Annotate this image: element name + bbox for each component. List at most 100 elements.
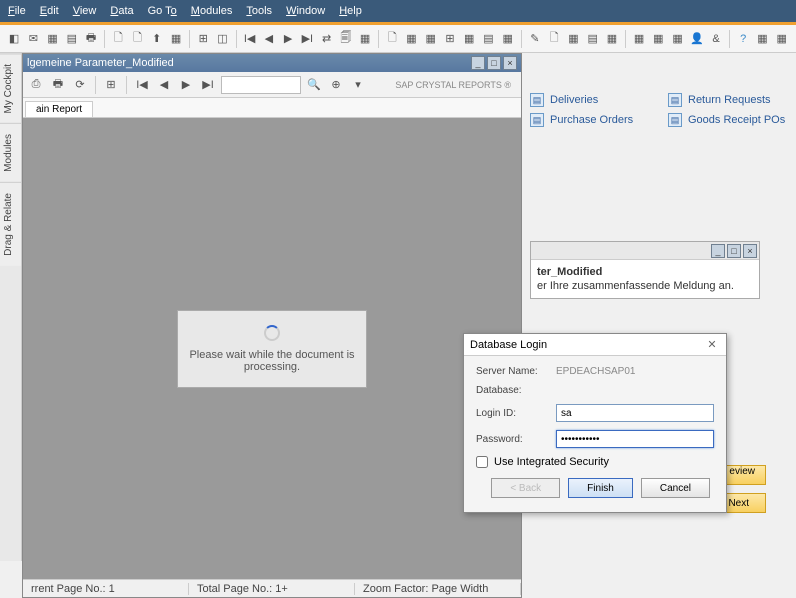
toolbar-icon[interactable]: ⊞ xyxy=(442,30,458,48)
menu-edit[interactable]: Edit xyxy=(40,5,59,17)
menu-modules[interactable]: Modules xyxy=(191,5,233,17)
integrated-security-label: Use Integrated Security xyxy=(494,456,609,468)
toolbar-icon[interactable]: ▦ xyxy=(669,30,685,48)
right-pane: ▤Deliveries ▤Return Requests ▤Purchase O… xyxy=(530,93,786,127)
refresh-icon[interactable]: ⟳ xyxy=(71,76,89,94)
toolbar-icon[interactable]: 🗋 xyxy=(384,30,400,48)
link-deliveries[interactable]: ▤Deliveries xyxy=(530,93,648,107)
toolbar-icon[interactable]: ⇄ xyxy=(318,30,334,48)
processing-dialog: Please wait while the document is proces… xyxy=(177,310,367,388)
cancel-button[interactable]: Cancel xyxy=(641,478,710,498)
toolbar-icon[interactable]: ▦ xyxy=(631,30,647,48)
side-tab-drag[interactable]: Drag & Relate xyxy=(0,182,21,266)
menu-data[interactable]: Data xyxy=(110,5,133,17)
sub-window: _ □ × ter_Modified er Ihre zusammenfasse… xyxy=(530,241,760,299)
toolbar-icon[interactable]: & xyxy=(708,30,724,48)
nav-prev-icon[interactable]: ◀ xyxy=(261,30,277,48)
toolbar-icon[interactable]: ▦ xyxy=(168,30,184,48)
toolbar-icon[interactable]: ▦ xyxy=(423,30,439,48)
toolbar-icon[interactable]: 🗋 xyxy=(546,30,562,48)
toolbar-icon[interactable]: 🗋 xyxy=(110,30,126,48)
login-label: Login ID: xyxy=(476,408,556,419)
side-tab-modules[interactable]: Modules xyxy=(0,123,21,182)
link-goods-receipt[interactable]: ▤Goods Receipt POs xyxy=(668,113,786,127)
password-label: Password: xyxy=(476,434,556,445)
processing-text: Please wait while the document is proces… xyxy=(188,349,356,373)
nav-first-icon[interactable]: I◀ xyxy=(133,76,151,94)
report-toolbar: ⎙ 🖶 ⟳ ⊞ I◀ ◀ ▶ ▶I 🔍 ⊕ ▾ SAP CRYSTAL REPO… xyxy=(23,72,521,98)
doc-icon: ▤ xyxy=(668,113,682,127)
print-icon[interactable]: 🖶 xyxy=(49,76,67,94)
toolbar-icon[interactable]: ▦ xyxy=(565,30,581,48)
minimize-icon[interactable]: _ xyxy=(471,56,485,70)
toolbar-icon[interactable]: ▦ xyxy=(500,30,516,48)
toolbar-icon[interactable]: ▦ xyxy=(403,30,419,48)
toolbar-icon[interactable]: ⊞ xyxy=(195,30,211,48)
dialog-titlebar[interactable]: Database Login ✕ xyxy=(464,334,726,356)
maximize-icon[interactable]: □ xyxy=(487,56,501,70)
login-input[interactable] xyxy=(556,404,714,422)
toolbar-icon[interactable]: ▦ xyxy=(461,30,477,48)
toolbar-icon[interactable]: ▦ xyxy=(650,30,666,48)
tab-main-report[interactable]: ain Report xyxy=(25,101,93,117)
toolbar-icon[interactable]: ▤ xyxy=(64,30,80,48)
nav-next-icon[interactable]: ▶ xyxy=(177,76,195,94)
nav-next-icon[interactable]: ▶ xyxy=(280,30,296,48)
export-icon[interactable]: ⎙ xyxy=(27,76,45,94)
toolbar-icon[interactable]: ▦ xyxy=(45,30,61,48)
menu-view[interactable]: View xyxy=(73,5,97,17)
toolbar-icon[interactable]: ◧ xyxy=(6,30,22,48)
dropdown-icon[interactable]: ▾ xyxy=(349,76,367,94)
finish-button[interactable]: Finish xyxy=(568,478,633,498)
menu-window[interactable]: Window xyxy=(286,5,325,17)
toolbar-icon[interactable]: ⬆ xyxy=(149,30,165,48)
toolbar-icon[interactable]: 🗋 xyxy=(129,30,145,48)
database-label: Database: xyxy=(476,385,556,396)
toolbar-icon[interactable]: ▦ xyxy=(754,30,770,48)
report-canvas: Please wait while the document is proces… xyxy=(23,118,521,579)
pencil-icon[interactable]: ✎ xyxy=(527,30,543,48)
menu-help[interactable]: Help xyxy=(339,5,362,17)
nav-last-icon[interactable]: ▶I xyxy=(199,76,217,94)
side-tabs: My Cockpit Modules Drag & Relate xyxy=(0,53,22,561)
toolbar-icon[interactable]: ✉ xyxy=(25,30,41,48)
close-icon[interactable]: × xyxy=(743,244,757,258)
menu-bar: FFileile Edit View Data Go To Modules To… xyxy=(0,0,796,22)
sub-window-text: er Ihre zusammenfassende Meldung an. xyxy=(537,280,753,292)
toolbar-icon[interactable]: ▦ xyxy=(774,30,790,48)
close-icon[interactable]: × xyxy=(503,56,517,70)
toolbar-icon[interactable]: ◫ xyxy=(214,30,230,48)
report-titlebar[interactable]: lgemeine Parameter_Modified _ □ × xyxy=(23,54,521,72)
toolbar-icon[interactable]: 🗐 xyxy=(338,30,354,48)
zoom-icon[interactable]: ⊕ xyxy=(327,76,345,94)
help-icon[interactable]: ? xyxy=(735,30,751,48)
password-input[interactable] xyxy=(556,430,714,448)
doc-icon: ▤ xyxy=(668,93,682,107)
maximize-icon[interactable]: □ xyxy=(727,244,741,258)
nav-last-icon[interactable]: ▶I xyxy=(299,30,315,48)
link-purchase-orders[interactable]: ▤Purchase Orders xyxy=(530,113,648,127)
report-tabs: ain Report xyxy=(23,98,521,118)
search-icon[interactable]: 🔍 xyxy=(305,76,323,94)
tree-icon[interactable]: ⊞ xyxy=(102,76,120,94)
toolbar-icon[interactable]: 🖶 xyxy=(83,30,99,48)
minimize-icon[interactable]: _ xyxy=(711,244,725,258)
side-tab-cockpit[interactable]: My Cockpit xyxy=(0,53,21,123)
link-return-requests[interactable]: ▤Return Requests xyxy=(668,93,786,107)
nav-prev-icon[interactable]: ◀ xyxy=(155,76,173,94)
user-icon[interactable]: 👤 xyxy=(689,30,705,48)
toolbar-icon[interactable]: ▤ xyxy=(480,30,496,48)
toolbar-icon[interactable]: ▦ xyxy=(357,30,373,48)
toolbar-icon[interactable]: ▦ xyxy=(604,30,620,48)
database-login-dialog: Database Login ✕ Server Name: EPDEACHSAP… xyxy=(463,333,727,513)
report-title-text: lgemeine Parameter_Modified xyxy=(27,57,174,69)
integrated-security-checkbox[interactable] xyxy=(476,456,488,468)
close-icon[interactable]: ✕ xyxy=(704,337,720,353)
page-input[interactable] xyxy=(221,76,301,94)
menu-file[interactable]: FFileile xyxy=(8,5,26,17)
toolbar-icon[interactable]: ▤ xyxy=(585,30,601,48)
nav-first-icon[interactable]: I◀ xyxy=(241,30,257,48)
menu-goto[interactable]: Go To xyxy=(148,5,177,17)
back-button: < Back xyxy=(491,478,560,498)
menu-tools[interactable]: Tools xyxy=(246,5,272,17)
